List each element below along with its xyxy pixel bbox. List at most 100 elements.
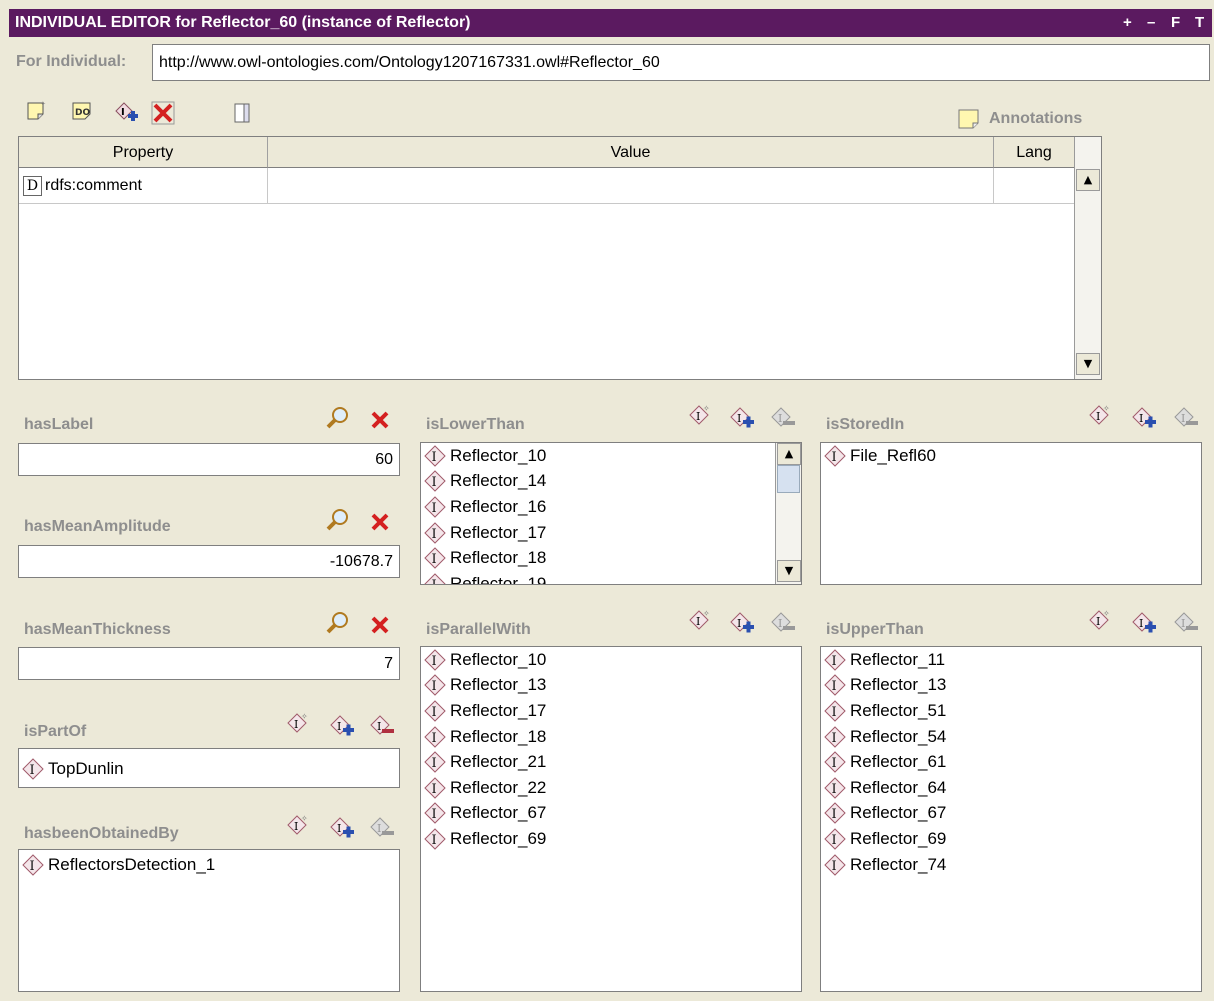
property-cell[interactable]: Drdfs:comment [19, 168, 268, 204]
is-upper-than-add-icon[interactable] [1132, 610, 1158, 636]
hasbeen-obtained-by-remove-icon[interactable] [370, 815, 396, 841]
has-label-view-icon[interactable] [324, 405, 350, 431]
column-header-value[interactable]: Value [268, 137, 994, 168]
hasbeen-obtained-by-create-icon[interactable] [286, 813, 312, 839]
is-stored-in-remove-icon[interactable] [1174, 405, 1200, 431]
has-label-delete-icon[interactable] [367, 407, 393, 433]
instance-icon [424, 496, 446, 518]
is-upper-than-remove-icon[interactable] [1174, 610, 1200, 636]
item-label: Reflector_17 [450, 522, 547, 542]
item-label: Reflector_61 [850, 752, 947, 772]
instance-icon [424, 573, 446, 585]
hasbeen-obtained-by-list[interactable]: ReflectorsDetection_1 [18, 849, 400, 992]
lang-cell[interactable] [994, 168, 1075, 204]
list-item[interactable]: Reflector_10 [424, 443, 801, 469]
expand-button[interactable]: + [1123, 9, 1132, 37]
is-part-of-list[interactable]: TopDunlin [18, 748, 400, 788]
scroll-down-button[interactable]: ▼ [1076, 353, 1100, 375]
view-icon[interactable] [230, 100, 256, 126]
value-cell[interactable] [268, 168, 994, 204]
has-label-field[interactable]: 60 [18, 443, 400, 476]
list-item[interactable]: Reflector_19 [424, 571, 801, 585]
create-datatype-annotation-icon[interactable]: DO [70, 98, 96, 124]
is-parallel-with-list[interactable]: Reflector_10 Reflector_13 Reflector_17 R… [420, 646, 802, 992]
instance-icon [22, 854, 44, 876]
list-item[interactable]: Reflector_67 [824, 801, 1201, 827]
collapse-button[interactable]: – [1147, 9, 1155, 37]
f-button[interactable]: F [1171, 9, 1180, 37]
is-parallel-with-remove-icon[interactable] [771, 610, 797, 636]
item-label: Reflector_18 [450, 548, 547, 568]
is-lower-than-remove-icon[interactable] [771, 405, 797, 431]
instance-icon [824, 445, 846, 467]
item-label: Reflector_18 [450, 726, 547, 746]
is-upper-than-create-icon[interactable] [1088, 608, 1114, 634]
column-header-property[interactable]: Property [19, 137, 268, 168]
list-item[interactable]: Reflector_17 [424, 520, 801, 546]
instance-icon [824, 802, 846, 824]
is-part-of-create-icon[interactable] [286, 711, 312, 737]
list-item[interactable]: Reflector_54 [824, 724, 1201, 750]
add-annotation-icon[interactable]: I [114, 100, 140, 126]
list-item[interactable]: TopDunlin [22, 756, 399, 782]
has-mean-amplitude-delete-icon[interactable] [367, 509, 393, 535]
list-item[interactable]: Reflector_67 [424, 801, 801, 827]
list-item[interactable]: Reflector_17 [424, 698, 801, 724]
is-stored-in-list[interactable]: File_Refl60 [820, 442, 1202, 585]
individual-uri-field[interactable]: http://www.owl-ontologies.com/Ontology12… [152, 44, 1210, 81]
list-item[interactable]: Reflector_11 [824, 647, 1201, 673]
scroll-thumb[interactable] [777, 465, 800, 493]
scroll-up-button[interactable]: ▲ [1076, 169, 1100, 191]
list-item[interactable]: Reflector_13 [824, 673, 1201, 699]
list-item[interactable]: Reflector_18 [424, 545, 801, 571]
svg-text:DO: DO [75, 108, 90, 118]
scroll-down-button[interactable]: ▼ [777, 560, 801, 582]
list-item[interactable]: Reflector_69 [424, 826, 801, 852]
list-item[interactable]: File_Refl60 [824, 443, 1201, 469]
has-mean-thickness-field[interactable]: 7 [18, 647, 400, 680]
list-item[interactable]: Reflector_22 [424, 775, 801, 801]
instance-icon [824, 777, 846, 799]
list-item[interactable]: Reflector_13 [424, 673, 801, 699]
is-stored-in-create-icon[interactable] [1088, 403, 1114, 429]
table-row[interactable]: Drdfs:comment [19, 168, 1075, 204]
has-mean-thickness-delete-icon[interactable] [367, 612, 393, 638]
list-item[interactable]: Reflector_74 [824, 852, 1201, 878]
is-lower-than-list[interactable]: Reflector_10 Reflector_14 Reflector_16 R… [420, 442, 802, 585]
has-mean-amplitude-field[interactable]: -10678.7 [18, 545, 400, 578]
is-lower-than-add-icon[interactable] [730, 405, 756, 431]
create-annotation-icon[interactable]: ✧ [24, 98, 50, 124]
is-parallel-with-create-icon[interactable] [688, 608, 714, 634]
is-parallel-with-label: isParallelWith [426, 621, 531, 638]
is-stored-in-add-icon[interactable] [1132, 405, 1158, 431]
list-item[interactable]: ReflectorsDetection_1 [22, 852, 399, 878]
is-lower-than-scrollbar[interactable]: ▲ ▼ [775, 443, 801, 584]
t-button[interactable]: T [1195, 9, 1204, 37]
delete-annotation-icon[interactable] [150, 100, 176, 126]
list-item[interactable]: Reflector_61 [824, 749, 1201, 775]
datatype-property-icon: D [23, 175, 42, 196]
is-stored-in-label: isStoredIn [826, 416, 905, 433]
list-item[interactable]: Reflector_14 [424, 469, 801, 495]
list-item[interactable]: Reflector_21 [424, 749, 801, 775]
instance-icon [424, 726, 446, 748]
is-part-of-remove-icon[interactable] [370, 713, 396, 739]
is-upper-than-label: isUpperThan [826, 621, 924, 638]
scroll-up-button[interactable]: ▲ [777, 443, 801, 465]
list-item[interactable]: Reflector_16 [424, 494, 801, 520]
item-label: Reflector_54 [850, 726, 947, 746]
is-part-of-add-icon[interactable] [330, 713, 356, 739]
has-mean-thickness-view-icon[interactable] [324, 610, 350, 636]
list-item[interactable]: Reflector_64 [824, 775, 1201, 801]
hasbeen-obtained-by-add-icon[interactable] [330, 815, 356, 841]
list-item[interactable]: Reflector_18 [424, 724, 801, 750]
is-upper-than-list[interactable]: Reflector_11 Reflector_13 Reflector_51 R… [820, 646, 1202, 992]
has-mean-amplitude-view-icon[interactable] [324, 507, 350, 533]
list-item[interactable]: Reflector_51 [824, 698, 1201, 724]
list-item[interactable]: Reflector_10 [424, 647, 801, 673]
column-header-lang[interactable]: Lang [994, 137, 1075, 168]
is-lower-than-create-icon[interactable] [688, 403, 714, 429]
annotations-scrollbar[interactable]: ▲ ▼ [1074, 137, 1101, 379]
list-item[interactable]: Reflector_69 [824, 826, 1201, 852]
is-parallel-with-add-icon[interactable] [730, 610, 756, 636]
